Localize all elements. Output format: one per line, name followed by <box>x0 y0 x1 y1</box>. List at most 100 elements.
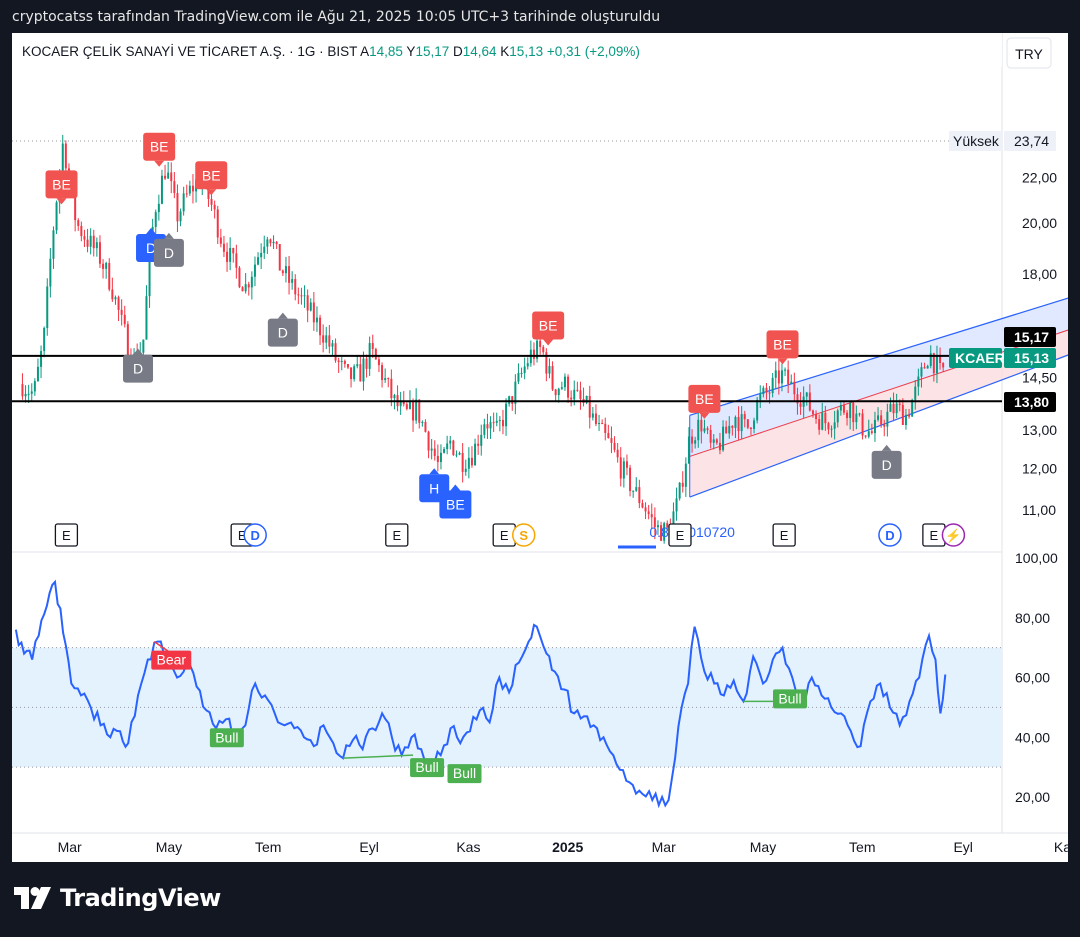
candle-body <box>911 399 914 417</box>
time-tick-label: Ka <box>1054 839 1068 855</box>
candle-body <box>381 365 384 381</box>
legend-row: KOCAER ÇELİK SANAYİ VE TİCARET A.Ş. · 1G… <box>22 44 640 59</box>
price-tag-support-value: 13,80 <box>1014 394 1049 410</box>
candle-body <box>681 482 684 487</box>
candle-body <box>284 266 287 274</box>
candle-body <box>495 420 498 423</box>
candle-body <box>393 395 396 399</box>
candle-body <box>92 235 95 249</box>
candle-body <box>241 287 244 292</box>
candle-body <box>433 448 436 456</box>
legend-part: A <box>360 44 369 59</box>
candle-body <box>576 389 579 391</box>
candle-body <box>43 327 46 352</box>
time-tick-label: Mar <box>652 839 676 855</box>
candle-body <box>89 235 92 247</box>
candle-body <box>27 393 30 395</box>
candle-body <box>182 193 185 212</box>
signal-badge-label: D <box>882 457 892 473</box>
candle-body <box>777 370 780 384</box>
candle-body <box>312 302 315 323</box>
candle-body <box>170 172 173 182</box>
legend-part: 15,17 <box>415 44 453 59</box>
candle-body <box>588 395 591 418</box>
candle-body <box>303 295 306 297</box>
candle-body <box>728 425 731 434</box>
candle-body <box>780 370 783 384</box>
candle-body <box>560 387 563 389</box>
candle-body <box>625 461 628 468</box>
chart-canvas[interactable]: 15,17 KCAER 15,13 13,80 Yüksek 23,74 BE BE BE D D… <box>12 33 1068 862</box>
candle-body <box>123 314 126 325</box>
candle-body <box>77 220 80 226</box>
candle-body <box>436 455 439 463</box>
legend-part: +0,31 (+2,09%) <box>547 44 640 59</box>
high-marker-value: 23,74 <box>1014 133 1049 149</box>
candle-body <box>288 266 291 283</box>
candle-body <box>505 403 508 427</box>
candle-body <box>539 340 542 348</box>
candle-body <box>942 362 945 368</box>
candle-body <box>548 366 551 374</box>
candle-body <box>573 389 576 400</box>
candle-body <box>601 423 604 425</box>
candle-body <box>356 364 359 367</box>
candle-body <box>461 452 464 472</box>
candle-body <box>784 369 787 371</box>
earnings-event-label: E <box>676 528 685 543</box>
candle-body <box>694 440 697 444</box>
candle-body <box>477 443 480 446</box>
candle-body <box>154 212 157 227</box>
candle-body <box>408 401 411 409</box>
candle-body <box>346 364 349 368</box>
candle-body <box>740 414 743 432</box>
candle-body <box>272 241 275 244</box>
signal-badge-label: D <box>164 245 174 261</box>
candle-body <box>430 448 433 451</box>
candle-body <box>731 425 734 428</box>
legend-part: D <box>453 44 463 59</box>
candle-body <box>111 289 114 300</box>
earnings-event-label: E <box>930 528 939 543</box>
candle-body <box>700 419 703 432</box>
chart-area[interactable]: 15,17 KCAER 15,13 13,80 Yüksek 23,74 BE BE BE D D… <box>12 33 1068 862</box>
price-tick-label: 13,00 <box>1022 422 1057 438</box>
candle-body <box>167 172 170 179</box>
candle-body <box>390 378 393 399</box>
symbol-tag-label: KCAER <box>955 350 1005 366</box>
event-circle-label: ⚡ <box>945 528 961 544</box>
candle-body <box>126 324 129 356</box>
candle-body <box>616 449 619 458</box>
candle-body <box>30 391 33 394</box>
candle-body <box>322 335 325 343</box>
candle-body <box>269 239 272 244</box>
candle-body <box>108 263 111 290</box>
candle-body <box>145 296 148 340</box>
candle-body <box>98 242 101 264</box>
candle-body <box>892 403 895 414</box>
candle-body <box>83 236 86 240</box>
candle-body <box>873 419 876 434</box>
candle-body <box>244 284 247 292</box>
candle-body <box>725 426 728 434</box>
candle-body <box>294 279 297 295</box>
candle-body <box>114 297 117 300</box>
signal-badge-label: D <box>278 325 288 341</box>
signal-badge-label: BE <box>773 336 792 352</box>
candle-body <box>235 253 238 268</box>
candle-body <box>377 359 380 366</box>
candle-body <box>213 204 216 210</box>
candle-body <box>46 286 49 328</box>
candle-body <box>222 243 225 252</box>
candle-body <box>219 237 222 244</box>
candle-body <box>157 203 160 213</box>
candle-body <box>632 490 635 492</box>
candle-body <box>641 503 644 508</box>
candle-body <box>446 443 449 450</box>
candle-body <box>105 263 108 269</box>
candle-body <box>756 399 759 421</box>
candle-body <box>774 370 777 378</box>
candle-body <box>176 193 179 222</box>
legend-part: 14,64 <box>463 44 501 59</box>
candle-body <box>36 366 39 382</box>
